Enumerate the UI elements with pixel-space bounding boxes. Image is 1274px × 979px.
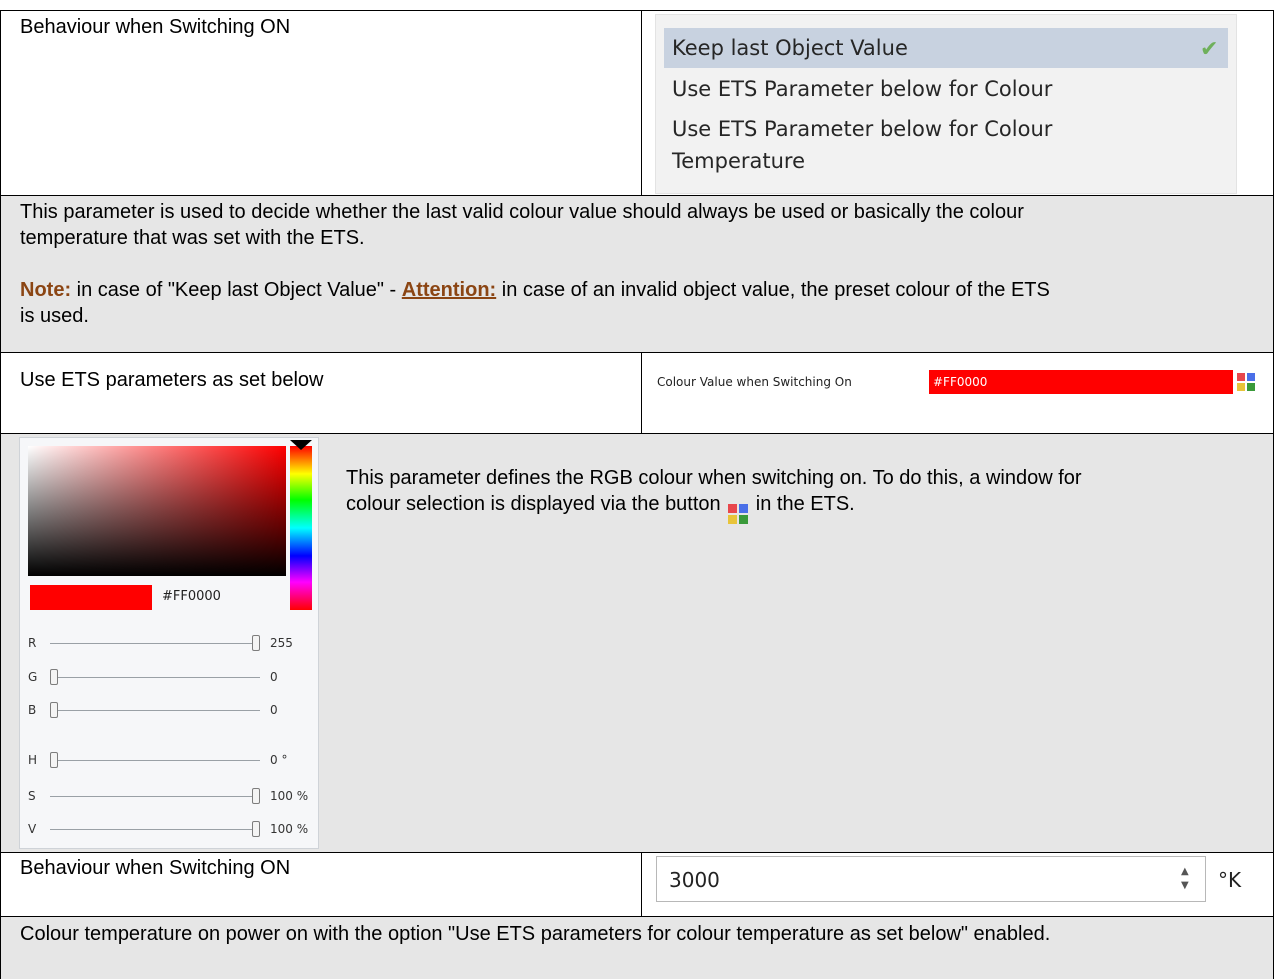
table-border bbox=[0, 916, 1274, 917]
saturation-value-field[interactable] bbox=[28, 446, 286, 576]
slider-track[interactable] bbox=[50, 796, 260, 797]
slider-value: 100 % bbox=[270, 822, 309, 836]
slider-thumb[interactable] bbox=[252, 635, 260, 651]
slider-g: G0 bbox=[20, 668, 320, 688]
description-1-line1: This parameter is used to decide whether… bbox=[20, 201, 1024, 223]
table-border bbox=[0, 433, 1274, 434]
table-border bbox=[641, 352, 642, 434]
note-line2: is used. bbox=[20, 305, 89, 327]
slider-track[interactable] bbox=[50, 677, 260, 678]
note-label: Note: bbox=[20, 279, 72, 301]
option-use-ets-colour-temperature-line2[interactable]: Temperature bbox=[672, 145, 805, 177]
slider-b: B0 bbox=[20, 701, 320, 721]
hue-bar[interactable] bbox=[290, 446, 312, 610]
table-border bbox=[0, 10, 1, 979]
description-2-line1: This parameter defines the RGB colour wh… bbox=[346, 467, 1082, 489]
slider-thumb[interactable] bbox=[50, 752, 58, 768]
attention-link[interactable]: Attention: bbox=[402, 279, 496, 301]
slider-v: V 100 % bbox=[20, 820, 320, 840]
slider-channel-label: G bbox=[28, 670, 38, 684]
palette-square bbox=[1247, 373, 1255, 381]
slider-thumb[interactable] bbox=[252, 788, 260, 804]
description-1-line2: temperature that was set with the ETS. bbox=[20, 227, 365, 249]
colour-swatch bbox=[30, 585, 152, 610]
row3-label: Behaviour when Switching ON bbox=[20, 857, 291, 879]
description-2-text-b: in the ETS. bbox=[750, 493, 855, 515]
slider-value: 0 bbox=[270, 670, 278, 684]
option-keep-last-object-value[interactable]: Keep last Object Value bbox=[672, 32, 908, 64]
slider-value: 0 ° bbox=[270, 753, 288, 767]
spin-down-icon[interactable]: ▼ bbox=[1181, 881, 1189, 891]
slider-value: 100 % bbox=[270, 789, 309, 803]
palette-square bbox=[1247, 383, 1255, 391]
slider-s: S 100 % bbox=[20, 787, 320, 807]
slider-track[interactable] bbox=[50, 643, 260, 644]
table-border bbox=[0, 852, 1274, 853]
colour-picker: #FF0000 R 255 G 0 B 0 H 0 ° S 100 % V 100 % bbox=[19, 437, 319, 849]
table-border bbox=[641, 10, 642, 196]
description-3: Colour temperature on power on with the … bbox=[20, 923, 1051, 945]
description-2-line2: colour selection is displayed via the bu… bbox=[346, 491, 855, 524]
unit-label: °K bbox=[1218, 868, 1242, 892]
slider-h: H 0 ° bbox=[20, 751, 320, 771]
slider-r: R 255 bbox=[20, 634, 320, 654]
slider-value: 0 bbox=[270, 703, 278, 717]
option-use-ets-colour-temperature[interactable]: Use ETS Parameter below for Colour bbox=[672, 113, 1052, 145]
spinbox-value[interactable]: 3000 bbox=[669, 868, 720, 892]
hue-marker-icon[interactable] bbox=[290, 440, 312, 450]
slider-value: 255 bbox=[270, 636, 293, 650]
table-border bbox=[0, 352, 1274, 353]
row1-label: Behaviour when Switching ON bbox=[20, 16, 291, 38]
slider-track[interactable] bbox=[50, 710, 260, 711]
slider-channel-label: H bbox=[28, 753, 38, 767]
checkmark-icon: ✔ bbox=[1200, 37, 1219, 62]
table-border bbox=[0, 195, 1274, 196]
slider-thumb[interactable] bbox=[252, 821, 260, 837]
colour-palette-icon[interactable] bbox=[1237, 373, 1255, 391]
table-border bbox=[641, 852, 642, 917]
slider-channel-label: B bbox=[28, 703, 37, 717]
slider-channel-label: R bbox=[28, 636, 37, 650]
option-use-ets-colour[interactable]: Use ETS Parameter below for Colour bbox=[672, 73, 1052, 105]
colour-temperature-spinbox[interactable]: 3000 ▲ ▼ bbox=[656, 856, 1206, 902]
slider-channel-label: V bbox=[28, 822, 37, 836]
note-paragraph: Note: in case of "Keep last Object Value… bbox=[20, 277, 1050, 303]
spin-up-icon[interactable]: ▲ bbox=[1181, 867, 1189, 877]
palette-square bbox=[1237, 383, 1245, 391]
hex-value: #FF0000 bbox=[162, 589, 221, 604]
slider-track[interactable] bbox=[50, 760, 260, 761]
palette-square bbox=[1237, 373, 1245, 381]
description-2-text-a: colour selection is displayed via the bu… bbox=[346, 493, 727, 515]
note-text-2: in case of an invalid object value, the … bbox=[496, 279, 1050, 301]
colour-value-field[interactable]: #FF0000 bbox=[929, 370, 1233, 394]
table-border bbox=[0, 10, 1274, 11]
slider-channel-label: S bbox=[28, 789, 36, 803]
palette-icon bbox=[728, 504, 749, 524]
note-text: in case of "Keep last Object Value" - bbox=[71, 279, 402, 301]
row2-label: Use ETS parameters as set below bbox=[20, 369, 324, 391]
colour-value-label: Colour Value when Switching On bbox=[657, 375, 852, 389]
slider-thumb[interactable] bbox=[50, 702, 58, 718]
slider-thumb[interactable] bbox=[50, 669, 58, 685]
behaviour-dropdown-list[interactable]: Keep last Object Value ✔ Use ETS Paramet… bbox=[655, 14, 1237, 194]
slider-track[interactable] bbox=[50, 829, 260, 830]
